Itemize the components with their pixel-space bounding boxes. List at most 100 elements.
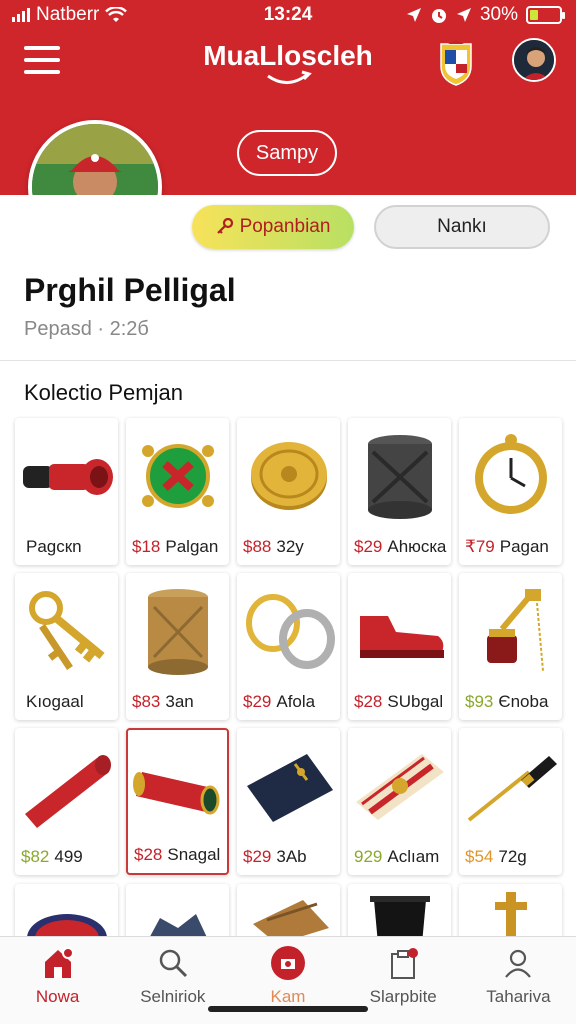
- collection-item[interactable]: [348, 884, 451, 944]
- item-label: Ahюcкa: [387, 537, 447, 556]
- collection-item[interactable]: $83 3an: [126, 573, 229, 720]
- green-ornament-icon: [126, 426, 229, 526]
- collection-grid: Pagcкn $18 Palgan $88 32y $29 Ahюcкa ₹79 Pag…: [15, 418, 562, 875]
- key-icon: [216, 218, 233, 234]
- item-price: ₹79: [465, 537, 495, 556]
- collection-item[interactable]: $93 Єnoba: [459, 573, 562, 720]
- item-label: Snagal: [167, 845, 221, 864]
- tag-chip[interactable]: Sampy: [237, 130, 337, 176]
- home-icon: [40, 945, 76, 981]
- item-label: 3Ab: [276, 847, 307, 866]
- item-price: $28: [134, 845, 163, 864]
- item-label: Pagcкn: [26, 537, 82, 556]
- collection-item[interactable]: Pagcкn: [15, 418, 118, 565]
- collection-title: Kolectio Pemjan: [24, 380, 183, 405]
- nav-camera-label: Kam: [270, 987, 306, 1006]
- collection-item[interactable]: $82 499: [15, 728, 118, 875]
- item-price: $29: [243, 692, 272, 711]
- item-label: Kıogaal: [26, 692, 84, 711]
- item-label: 3an: [165, 692, 194, 711]
- battery-percent: 30%: [479, 4, 518, 25]
- keys-icon: [15, 581, 118, 681]
- pen-icon: [459, 736, 562, 836]
- secondary-action-label: Nankı: [437, 216, 487, 237]
- collection-item[interactable]: $88 32y: [237, 418, 340, 565]
- figurine-icon: [146, 914, 210, 944]
- item-price: $82: [21, 847, 50, 866]
- search-icon: [155, 945, 191, 981]
- nav-home-label: Nowa: [35, 987, 80, 1006]
- item-label: Palgan: [165, 537, 219, 556]
- item-label: Aclıam: [387, 847, 440, 866]
- secondary-action-button[interactable]: Nankı: [374, 205, 550, 249]
- user-avatar[interactable]: [512, 38, 556, 82]
- cross-icon: [495, 892, 527, 944]
- iron-crate-icon: [348, 426, 451, 526]
- collection-grid-partial-row: [15, 884, 562, 944]
- item-label: Pagan: [499, 537, 549, 556]
- user-icon: [500, 945, 536, 981]
- collection-item[interactable]: [126, 884, 229, 944]
- status-right: 30%: [406, 4, 565, 26]
- item-price: 929: [354, 847, 383, 866]
- collection-item[interactable]: 929 Aclıam: [348, 728, 451, 875]
- collection-item[interactable]: ₹79 Pagan: [459, 418, 562, 565]
- red-shoe-icon: [348, 581, 451, 681]
- rings-icon: [237, 581, 340, 681]
- item-price: $54: [465, 847, 494, 866]
- alarm-icon: [431, 9, 446, 23]
- item-price: $93: [465, 692, 494, 711]
- collection-item[interactable]: [15, 884, 118, 944]
- item-price: $29: [243, 847, 272, 866]
- collection-item[interactable]: $28 SUbgal: [348, 573, 451, 720]
- primary-action-label: Popanbian: [239, 216, 331, 237]
- club-crest-icon[interactable]: [438, 40, 474, 86]
- collection-item[interactable]: $18 Palgan: [126, 418, 229, 565]
- collection-item[interactable]: $29 3Ab: [237, 728, 340, 875]
- collection-item[interactable]: [459, 884, 562, 944]
- battery-fill: [530, 10, 539, 20]
- divider: [0, 360, 576, 361]
- item-price: $88: [243, 537, 272, 556]
- collection-item-selected[interactable]: $28 Snagal: [126, 728, 229, 875]
- navy-wallet-icon: [237, 736, 340, 836]
- profile-name: Prghil Pelligal: [24, 272, 236, 308]
- item-price: $28: [354, 692, 383, 711]
- scarf-icon: [348, 736, 451, 836]
- collection-item[interactable]: Kıogaal: [15, 573, 118, 720]
- swoosh-logo-icon: [267, 70, 312, 84]
- item-label: 499: [54, 847, 83, 866]
- item-price: $29: [354, 537, 383, 556]
- location-arrow-icon: [456, 8, 471, 22]
- camera-icon: [270, 945, 306, 981]
- leather-ball-icon: [253, 900, 329, 944]
- collection-item[interactable]: $54 72g: [459, 728, 562, 875]
- item-label: 72g: [498, 847, 527, 866]
- nav-home[interactable]: Nowa: [0, 937, 115, 1024]
- collection-item[interactable]: $29 Afola: [237, 573, 340, 720]
- red-cylinder-icon: [128, 738, 227, 838]
- status-bar: Natberr 13:24 30%: [0, 0, 576, 30]
- nav-search-label: Selniriok: [140, 987, 206, 1006]
- brass-trinket-icon: [459, 581, 562, 681]
- item-price: $83: [132, 692, 161, 711]
- wooden-box-icon: [126, 581, 229, 681]
- location-icon: [406, 8, 421, 22]
- home-indicator[interactable]: [208, 1006, 368, 1012]
- app-title: MuaLloscleh: [203, 40, 373, 71]
- collection-item[interactable]: $29 Ahюcкa: [348, 418, 451, 565]
- battery-icon: [526, 6, 565, 24]
- item-label: SUbgal: [387, 692, 444, 711]
- gold-coin-icon: [237, 426, 340, 526]
- item-label: Afola: [276, 692, 316, 711]
- primary-action-button[interactable]: Popanbian: [192, 205, 354, 249]
- gold-clock-icon: [459, 426, 562, 526]
- profile-meta: Pepasd · 2:2б: [24, 318, 149, 340]
- cannon-pipe-icon: [15, 426, 118, 526]
- round-badge-icon: [27, 914, 107, 944]
- nav-profile[interactable]: Tahariva: [461, 937, 576, 1024]
- collection-item[interactable]: [237, 884, 340, 944]
- clipboard-icon: [385, 945, 421, 981]
- nav-clipboard-label: Slarpbite: [369, 987, 437, 1006]
- item-label: Єnoba: [498, 692, 549, 711]
